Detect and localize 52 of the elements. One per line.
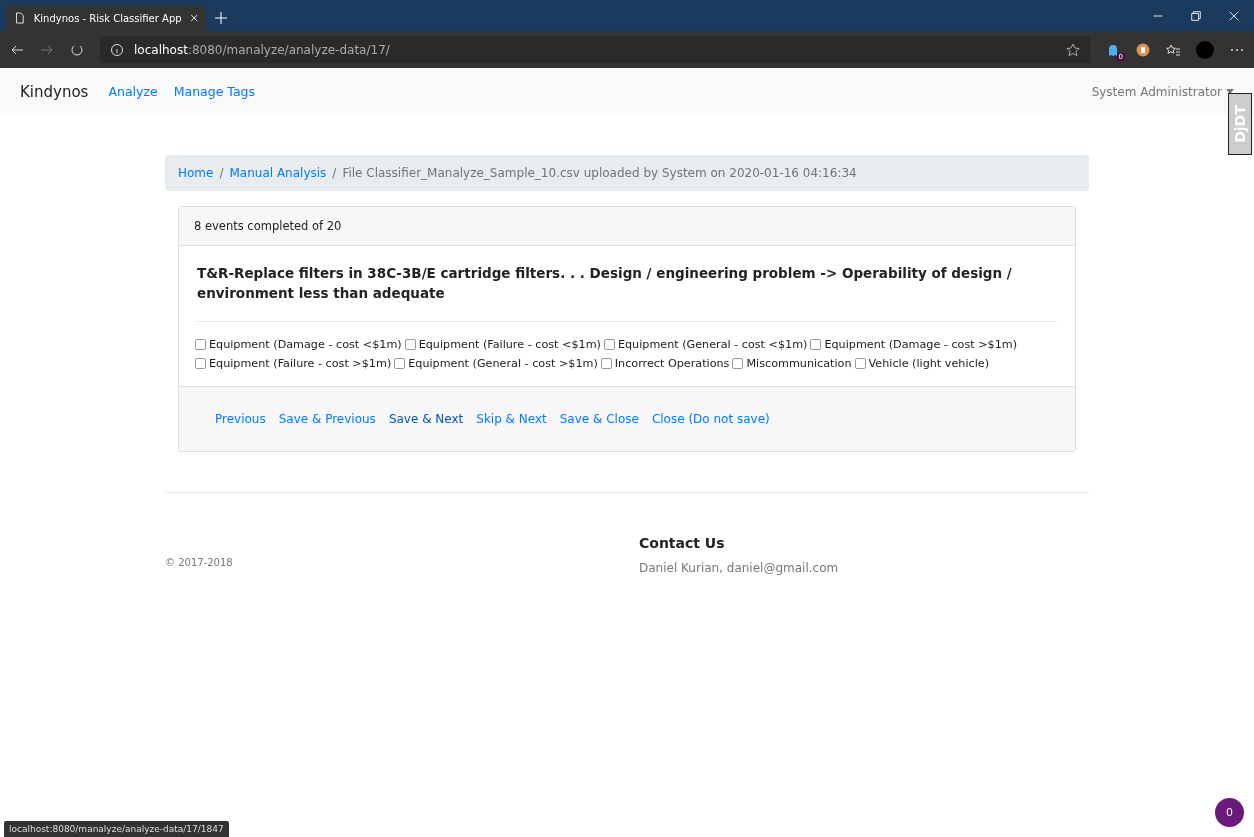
breadcrumb-separator: / (332, 166, 337, 180)
action-link[interactable]: Close (Do not save) (651, 412, 770, 427)
chat-badge[interactable]: 0 (1215, 798, 1244, 827)
tag-label: Vehicle (light vehicle) (868, 357, 989, 371)
event-title: T&R-Replace filters in 38C-3B/E cartridge filters. . . Design / engineering problem -> Operability of design / environment less than adequate (197, 264, 1057, 323)
plus-icon[interactable] (214, 11, 228, 25)
address-bar[interactable]: localhost:8080/manalyze/analyze-data/17/ (100, 36, 1090, 63)
ghost-icon[interactable] (1106, 42, 1120, 57)
caret-icon[interactable] (1226, 88, 1234, 95)
action-link[interactable]: Skip & Next (476, 412, 547, 427)
tag-label: Equipment (Failure - cost <$1m) (418, 338, 601, 352)
action-link[interactable]: Previous (215, 412, 266, 427)
tag-label: Miscommunication (746, 357, 852, 371)
close-icon[interactable] (1228, 9, 1240, 22)
breadcrumb-separator: / (219, 166, 224, 180)
tag-checkbox[interactable] (404, 339, 416, 351)
star-icon[interactable] (1066, 42, 1080, 57)
brand-name[interactable]: Kindynos (20, 82, 89, 101)
info-icon (110, 42, 124, 57)
tag-checkbox[interactable] (603, 339, 615, 351)
tag-checkbox[interactable] (810, 339, 822, 351)
contact-text: Daniel Kurian, daniel@gmail.com (639, 561, 840, 576)
tag-checkbox[interactable] (732, 358, 744, 370)
action-link[interactable]: Save & Next (388, 412, 464, 427)
nav-link[interactable]: Manage Tags (173, 84, 255, 99)
nav-link[interactable]: Analyze (108, 84, 158, 99)
action-link[interactable]: Save & Previous (278, 412, 376, 427)
breadcrumb-link[interactable]: Home (178, 166, 214, 180)
breadcrumb-current: File Classifier_Manalyze_Sample_10.csv uploaded by System on 2020-01-16 04:16:34 (342, 166, 857, 180)
close-icon[interactable] (189, 13, 198, 23)
contact-title: Contact Us (639, 535, 726, 552)
tag-checkbox[interactable] (394, 358, 406, 370)
tag-label: Incorrect Operations (614, 357, 730, 371)
tag-label: Equipment (Damage - cost >$1m) (824, 338, 1018, 352)
tag-checkbox[interactable] (195, 339, 206, 351)
progress-text: 8 events completed of 20 (179, 207, 1075, 246)
page-icon (14, 11, 26, 25)
tag-label: Equipment (Damage - cost <$1m) (209, 338, 402, 352)
browser-tab[interactable]: Kindynos - Risk Classifier App (6, 5, 206, 31)
tag-checkbox[interactable] (600, 358, 612, 370)
tag-checkbox[interactable] (195, 358, 206, 370)
tag-label: Equipment (General - cost <$1m) (617, 338, 808, 352)
tag-label: Equipment (Failure - cost >$1m) (209, 357, 392, 371)
restore-icon[interactable] (1190, 9, 1202, 22)
tag-label: Equipment (General - cost >$1m) (408, 357, 598, 371)
status-url: localhost:8080/manalyze/analyze-data/17/1847 (4, 821, 229, 837)
favorites-icon[interactable] (1166, 42, 1180, 57)
tag-checkbox[interactable] (854, 358, 866, 370)
breadcrumb-link[interactable]: Manual Analysis (229, 166, 327, 180)
action-link[interactable]: Save & Close (559, 412, 639, 427)
copyright: © 2017-2018 (165, 557, 234, 571)
document-icon[interactable] (1136, 42, 1150, 57)
